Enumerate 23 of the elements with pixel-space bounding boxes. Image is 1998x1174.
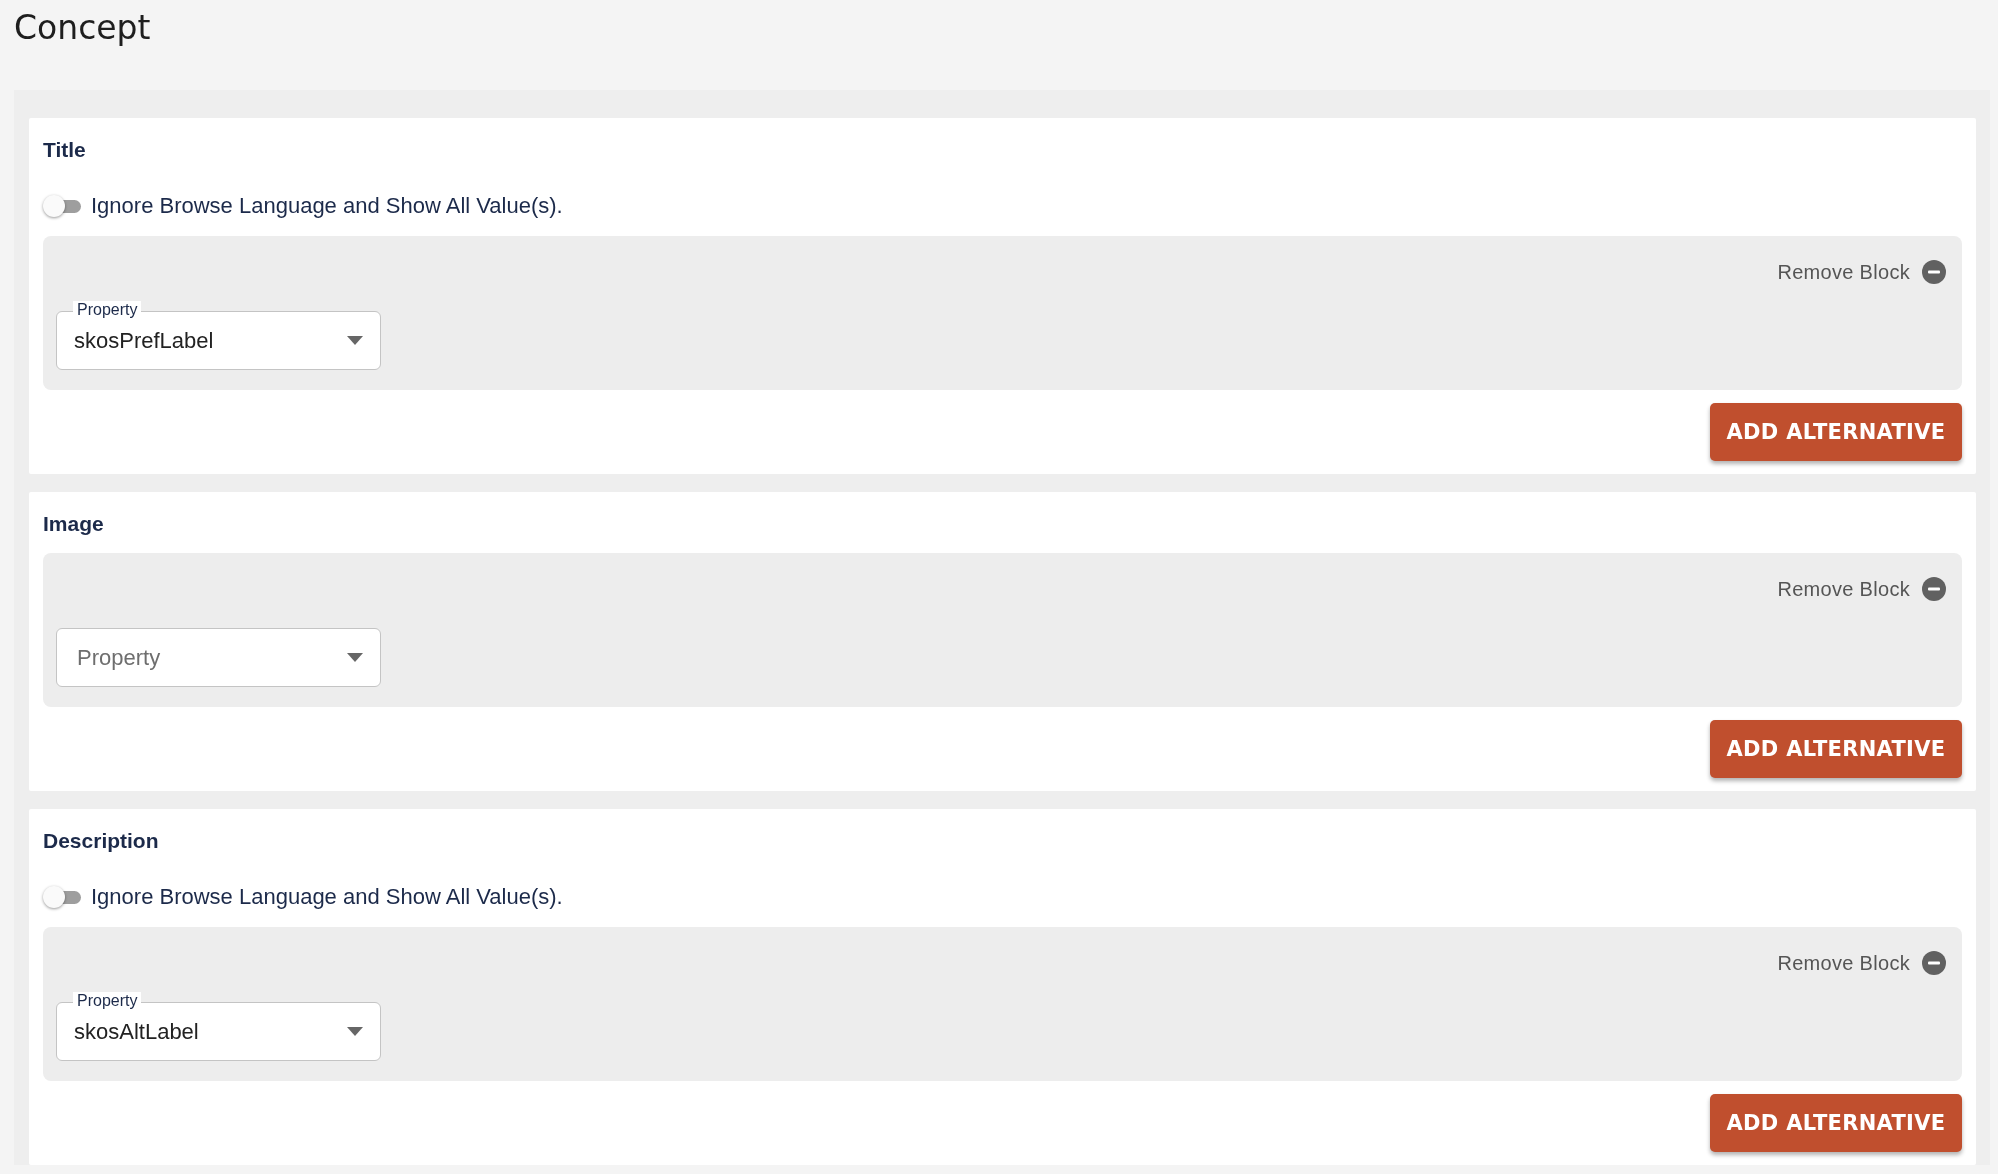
remove-block-link[interactable]: Remove Block [1777,577,1910,601]
section-title: Description [43,828,159,854]
remove-icon[interactable] [1922,577,1946,601]
section-title: Image [43,511,104,537]
caret-icon [347,1027,363,1036]
page-heading: Concept [13,7,152,49]
remove-icon[interactable] [1922,951,1946,975]
property-dropdown[interactable]: Property [56,618,381,687]
add-alternative-button[interactable]: ADD ALTERNATIVE [1710,1094,1962,1152]
section-title: Title [43,137,86,163]
toggle-label: Ignore Browse Language and Show All Value(s). [91,884,563,910]
add-alternative-button[interactable]: ADD ALTERNATIVE [1710,403,1962,461]
caret-icon [347,336,363,345]
property-dropdown[interactable]: Property skosAltLabel [56,992,381,1061]
remove-block-link[interactable]: Remove Block [1777,951,1910,975]
toggle-switch[interactable] [43,886,81,908]
toggle-label: Ignore Browse Language and Show All Value(s). [91,193,563,219]
property-dropdown[interactable]: Property skosPrefLabel [56,301,381,370]
toggle-switch[interactable] [43,195,81,217]
remove-icon[interactable] [1922,260,1946,284]
remove-block-link[interactable]: Remove Block [1777,260,1910,284]
caret-icon [347,653,363,662]
add-alternative-button[interactable]: ADD ALTERNATIVE [1710,720,1962,778]
